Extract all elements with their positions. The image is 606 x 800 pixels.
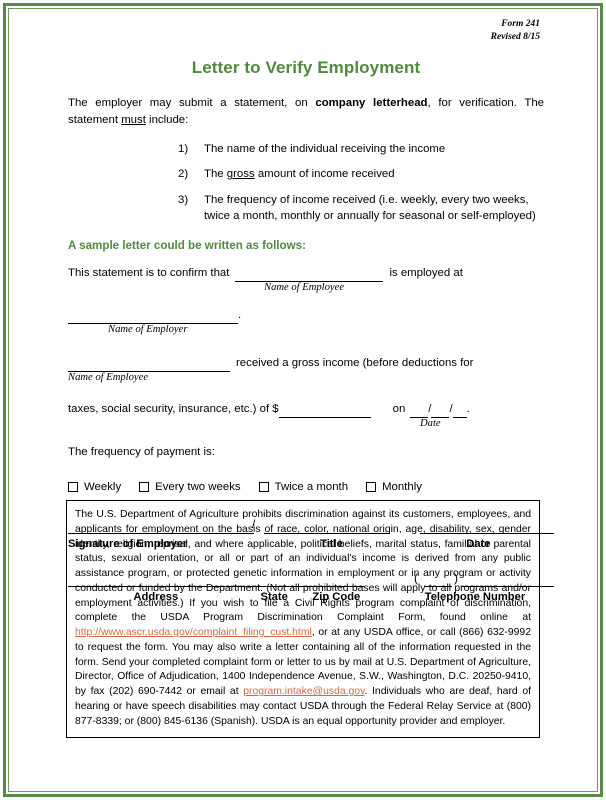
usda-nondiscrimination-statement: The U.S. Department of Agriculture prohi… bbox=[66, 500, 540, 739]
usda-email-link[interactable]: program.intake@usda.gov bbox=[243, 686, 364, 697]
caption-row-employee-1: Name of Employee bbox=[68, 282, 544, 294]
gross-income-line: received a gross income (before deductio… bbox=[68, 355, 544, 373]
intro-text-1: The employer may submit a statement, on bbox=[68, 96, 316, 109]
checkbox-label-weekly: Weekly bbox=[84, 480, 122, 493]
checkbox-every-two-weeks[interactable] bbox=[139, 482, 150, 493]
amount-date-line: taxes, social security, insurance, etc.)… bbox=[68, 401, 544, 419]
list-item-text-post: amount of income received bbox=[254, 168, 395, 181]
intro-bold: company letterhead bbox=[315, 96, 428, 109]
frequency-label: The frequency of payment is: bbox=[68, 445, 215, 458]
employer-name-blank[interactable] bbox=[68, 311, 238, 324]
frequency-checkbox-group: Weekly Every two weeks Twice a month Mon… bbox=[68, 479, 544, 496]
period-mark: . bbox=[238, 308, 242, 321]
date-day-blank[interactable] bbox=[431, 405, 450, 419]
list-item-number: 2) bbox=[178, 168, 189, 181]
gross-income-text: received a gross income (before deductio… bbox=[236, 357, 474, 370]
document-page: Form 241 Revised 8/15 Letter to Verify E… bbox=[0, 0, 606, 800]
caption-name-of-employee-2: Name of Employee bbox=[68, 372, 149, 384]
date-month-blank[interactable] bbox=[410, 405, 429, 419]
sample-letter-heading: A sample letter could be written as foll… bbox=[68, 238, 306, 252]
checkbox-monthly[interactable] bbox=[366, 482, 377, 493]
date-year-blank[interactable] bbox=[452, 405, 467, 419]
intro-text-3: include: bbox=[145, 113, 189, 126]
checkbox-weekly[interactable] bbox=[68, 482, 78, 493]
checkbox-label-twice-a-month: Twice a month bbox=[274, 480, 349, 493]
checkbox-twice-a-month[interactable] bbox=[258, 482, 269, 493]
form-meta: Form 241 Revised 8/15 bbox=[68, 18, 540, 44]
confirm-text-post: is employed at bbox=[389, 266, 463, 279]
employee-name-blank-2[interactable] bbox=[68, 359, 230, 373]
list-item-number: 3) bbox=[178, 193, 189, 206]
form-revised: Revised 8/15 bbox=[490, 31, 540, 42]
list-item-text-underline: gross bbox=[226, 168, 255, 181]
checkbox-label-monthly: Monthly bbox=[382, 480, 422, 493]
caption-date: Date bbox=[420, 418, 441, 430]
page-title: Letter to Verify Employment bbox=[191, 57, 421, 77]
list-item: 3) The frequency of income received (i.e… bbox=[68, 192, 544, 225]
caption-row-date: Date bbox=[68, 419, 544, 430]
requirements-list: 1) The name of the individual receiving … bbox=[68, 141, 544, 225]
employer-line: . bbox=[68, 307, 544, 324]
amount-blank[interactable] bbox=[278, 405, 371, 419]
list-item-number: 1) bbox=[178, 142, 189, 155]
confirm-text-pre: This statement is to confirm that bbox=[68, 266, 230, 279]
list-item: 1) The name of the individual receiving … bbox=[68, 141, 544, 158]
intro-underline: must bbox=[121, 113, 146, 126]
intro-paragraph: The employer may submit a statement, on … bbox=[68, 95, 544, 129]
list-item-text-pre: The bbox=[204, 168, 227, 181]
list-item-label: The gross amount of income received bbox=[204, 166, 544, 183]
usda-complaint-form-link[interactable]: http://www.ascr.usda.gov/complaint_filin… bbox=[75, 627, 312, 638]
caption-name-of-employee: Name of Employee bbox=[264, 282, 345, 294]
disclaimer-text-1: The U.S. Department of Agriculture prohi… bbox=[75, 509, 531, 624]
form-number: Form 241 bbox=[501, 19, 540, 29]
checkbox-label-every-two-weeks: Every two weeks bbox=[155, 480, 241, 493]
employee-name-blank-1[interactable] bbox=[235, 269, 384, 283]
confirm-line: This statement is to confirm that is emp… bbox=[68, 265, 544, 283]
list-item-label: The frequency of income received (i.e. w… bbox=[204, 193, 536, 223]
caption-row-employer: Name of Employer bbox=[68, 323, 544, 336]
amount-text-pre: taxes, social security, insurance, etc.)… bbox=[68, 403, 279, 416]
amount-on-text: on bbox=[392, 403, 406, 416]
list-item-label: The name of the individual receiving the… bbox=[204, 142, 446, 155]
caption-row-employee-2: Name of Employee bbox=[68, 373, 544, 384]
list-item: 2) The gross amount of income received bbox=[68, 166, 544, 183]
caption-name-of-employer: Name of Employer bbox=[108, 323, 188, 335]
